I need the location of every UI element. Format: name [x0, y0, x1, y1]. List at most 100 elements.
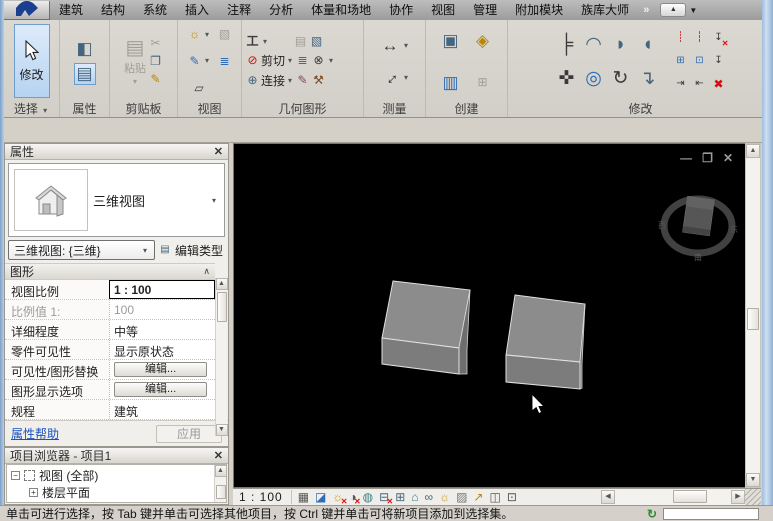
tree-node-floorplans[interactable]: + 楼层平面 [7, 484, 226, 501]
tab-overflow-icon[interactable]: » [638, 4, 654, 16]
scroll-thumb[interactable] [217, 292, 227, 322]
selection-filter-box[interactable] [663, 508, 759, 520]
minimize-ribbon-button[interactable]: ▲ [660, 3, 686, 17]
instance-dropdown[interactable]: 三维视图: {三维} ▾ [8, 240, 155, 260]
temporary-view-properties-icon[interactable]: ▨ [456, 491, 467, 503]
tab-view[interactable]: 视图 [422, 0, 464, 20]
worksharing-sync-icon[interactable]: ↻ [647, 507, 657, 521]
paste-button[interactable]: ▤ 粘贴 ▾ [124, 37, 146, 86]
collapse-node-icon[interactable]: − [11, 471, 20, 480]
hscroll-right-icon[interactable]: ▶ [731, 490, 745, 504]
view-close-icon[interactable]: ✕ [723, 151, 733, 165]
align-icon[interactable]: ╞ [554, 32, 579, 57]
cut-to-clipboard-icon[interactable]: ✂ [148, 36, 163, 51]
copy-to-clipboard-icon[interactable]: ❐ [148, 54, 163, 69]
tab-structure[interactable]: 结构 [92, 0, 134, 20]
view-scale-input[interactable]: 1 : 100 [109, 280, 215, 299]
properties-close-icon[interactable]: ✕ [214, 145, 223, 158]
trim-extend-multiple-icon[interactable]: ⇤ [694, 78, 706, 91]
hscroll-track[interactable] [615, 489, 731, 505]
tab-addins[interactable]: 附加模块 [506, 0, 572, 20]
edit-type-button[interactable]: ▤ 编辑类型 [159, 242, 225, 259]
match-type-brush-icon[interactable]: ✎ [148, 72, 163, 87]
tree-scroll-up-icon[interactable]: ▲ [215, 465, 227, 477]
tab-collaborate[interactable]: 协作 [380, 0, 422, 20]
tab-massing-site[interactable]: 体量和场地 [302, 0, 380, 20]
view-scale-control[interactable]: 1 : 100 [239, 490, 292, 504]
measure-diagonal-icon[interactable]: ↔ [374, 61, 405, 92]
shadows-icon[interactable]: ◑✕ [349, 491, 356, 503]
cope-icon[interactable]: ▤ [293, 34, 308, 49]
tab-systems[interactable]: 系统 [134, 0, 176, 20]
apply-button[interactable]: 应用 [156, 425, 222, 443]
canvas-vertical-scrollbar[interactable]: ▲ ▼ [745, 143, 761, 488]
panel-label-select[interactable]: 选择 ▾ [4, 102, 59, 117]
create-parts-icon[interactable]: ⊞ [475, 75, 490, 90]
edit-profile-icon[interactable]: ✎ [295, 73, 310, 88]
graphics-section-header[interactable]: 图形 ∧ [5, 263, 215, 280]
type-properties-icon[interactable]: ▤ [74, 63, 96, 85]
tree-scroll-thumb[interactable] [216, 485, 226, 499]
copy-icon[interactable]: ◎ [581, 66, 606, 91]
move-icon[interactable]: ✜ [554, 66, 579, 91]
thin-lines-bulb-icon[interactable]: ☼ [187, 27, 202, 42]
crop-view-icon[interactable]: ⊟✕ [379, 491, 389, 503]
viewcube[interactable]: 南 东 西 [658, 196, 738, 262]
scroll-up-icon[interactable]: ▲ [216, 278, 228, 290]
cut-geometry-icon[interactable]: ⊘ [245, 53, 260, 68]
panel-label-view[interactable]: 视图 [178, 102, 241, 117]
offset-icon[interactable]: ◠ [581, 32, 606, 57]
sun-path-icon[interactable]: ☼✕ [332, 491, 343, 503]
split-element-icon[interactable]: ┊ [675, 32, 687, 45]
render-box-icon[interactable]: ▱ [192, 80, 207, 95]
join-geometry-icon[interactable]: ⊕ [245, 73, 260, 88]
application-menu-button[interactable] [3, 1, 50, 20]
model-box-2[interactable] [506, 295, 585, 389]
scroll-down-icon[interactable]: ▼ [216, 424, 228, 436]
mirror-pick-axis-icon[interactable]: ◗ [608, 32, 633, 57]
expand-node-icon[interactable]: + [29, 488, 38, 497]
panel-label-modify[interactable]: 修改 [508, 102, 773, 117]
tree-scrollbar[interactable]: ▲ [214, 465, 226, 502]
void-icon[interactable]: ⊗ [311, 53, 326, 68]
hscroll-left-icon[interactable]: ◀ [601, 490, 615, 504]
display-options-edit-button[interactable]: 编辑... [114, 382, 207, 397]
hscroll-thumb[interactable] [673, 490, 707, 503]
pin-icon[interactable]: ↧ [713, 55, 725, 68]
properties-help-link[interactable]: 属性帮助 [11, 425, 59, 442]
vscroll-thumb[interactable] [747, 308, 759, 330]
displacement-sets-icon[interactable]: ↗ [473, 491, 483, 503]
tab-annotate[interactable]: 注释 [218, 0, 260, 20]
cut-geometry-label[interactable]: 剪切 [261, 52, 285, 69]
project-browser-titlebar[interactable]: 项目浏览器 - 项目1 ✕ [5, 448, 228, 464]
project-browser-close-icon[interactable]: ✕ [214, 449, 223, 462]
unlocked-3d-view-icon[interactable]: ⌂ [411, 491, 418, 503]
show-constraints-icon[interactable]: ⊡ [507, 491, 517, 503]
tab-family-master[interactable]: 族库大师 [572, 0, 638, 20]
unpin-icon[interactable]: ↧✕ [713, 32, 725, 45]
panel-label-properties[interactable]: 属性 [60, 102, 109, 117]
create-assembly-folders-icon[interactable]: ▥ [440, 71, 462, 93]
split-with-gap-icon[interactable]: ┆ [694, 32, 706, 45]
demolish-hammer-icon[interactable]: ⚒ [311, 73, 326, 88]
delete-icon[interactable]: ✖ [713, 78, 725, 91]
show-hidden-lines-icon[interactable]: ▧ [217, 27, 232, 42]
tab-insert[interactable]: 插入 [176, 0, 218, 20]
paint-ibeam-icon[interactable]: 工 [245, 34, 260, 49]
cut-profile-lines-icon[interactable]: ≣ [217, 53, 232, 68]
properties-titlebar[interactable]: 属性 ✕ [5, 144, 228, 160]
scale-icon[interactable]: ⊡ [694, 55, 706, 68]
trim-extend-single-icon[interactable]: ⇥ [675, 78, 687, 91]
model-viewport[interactable]: 南 东 西 [234, 144, 744, 487]
panel-label-geometry[interactable]: 几何图形 [242, 102, 363, 117]
show-crop-region-icon[interactable]: ⊞ [395, 491, 405, 503]
mirror-draw-axis-icon[interactable]: ◖ [635, 32, 660, 57]
tab-architecture[interactable]: 建筑 [50, 0, 92, 20]
analytical-model-icon[interactable]: ◫ [489, 491, 500, 503]
resize-grip[interactable] [745, 488, 761, 505]
canvas-horizontal-scrollbar[interactable]: ◀ ▶ [601, 488, 745, 505]
detail-level-field[interactable]: 中等 [109, 320, 215, 339]
rendering-dialog-icon[interactable]: ◍ [363, 491, 373, 503]
create-similar-icon[interactable]: ◈ [472, 29, 494, 51]
vscroll-down-icon[interactable]: ▼ [746, 473, 760, 487]
